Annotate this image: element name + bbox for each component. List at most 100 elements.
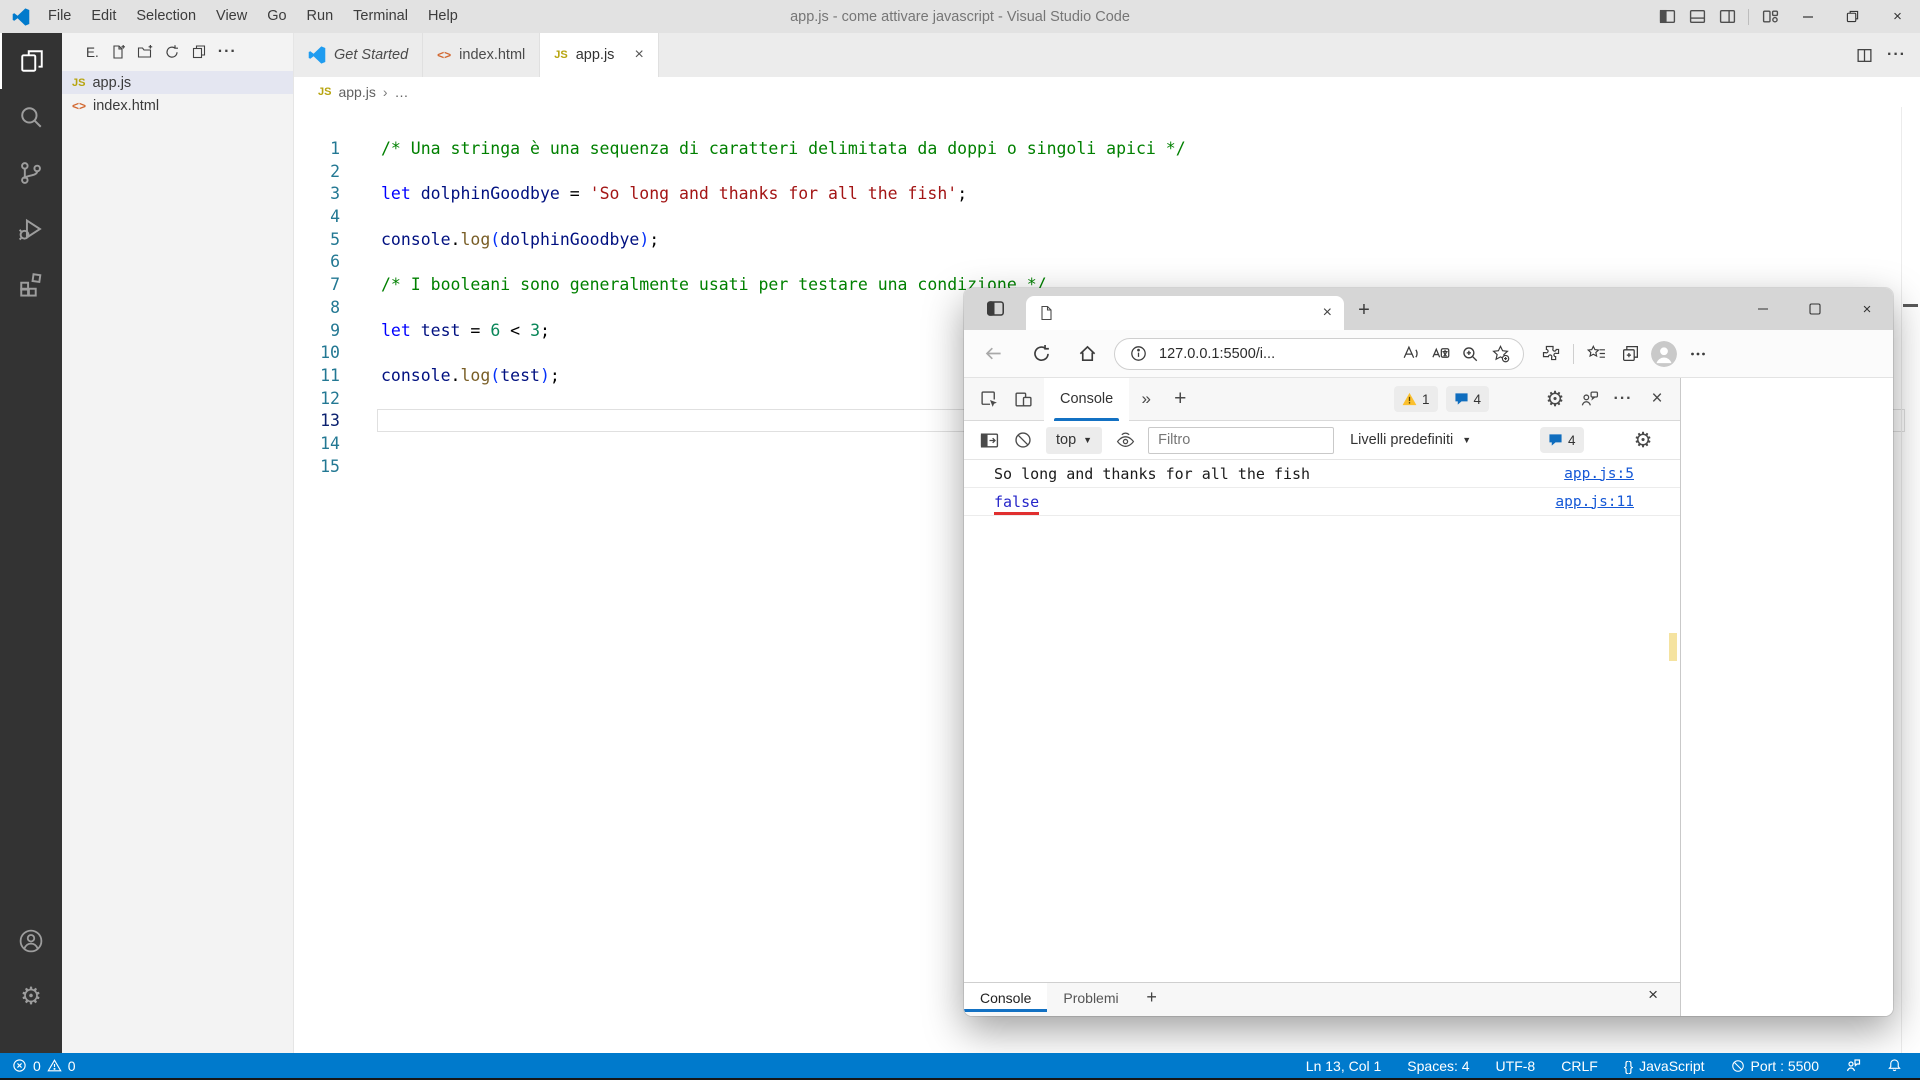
console-message-row[interactable]: falseapp.js:11 [964, 488, 1680, 516]
minimize-button[interactable] [1785, 0, 1830, 33]
customize-layout-icon[interactable] [1755, 0, 1785, 33]
tab-actions-menu-icon[interactable] [986, 299, 1005, 318]
browser-settings-more-icon[interactable] [1681, 337, 1715, 371]
edge-maximize-button[interactable] [1789, 288, 1841, 330]
eol-sequence[interactable]: CRLF [1553, 1058, 1606, 1074]
menu-view[interactable]: View [206, 0, 257, 33]
console-sidebar-toggle-icon[interactable] [972, 423, 1006, 457]
address-bar[interactable]: 127.0.0.1:5500/i... [1114, 338, 1524, 370]
activity-extensions-icon[interactable] [0, 257, 62, 313]
add-favorite-icon[interactable] [1485, 339, 1515, 369]
menu-selection[interactable]: Selection [126, 0, 206, 33]
devtools-more-icon[interactable]: ··· [1606, 382, 1640, 416]
browser-page-viewport[interactable] [1681, 378, 1893, 1016]
refresh-icon[interactable] [1024, 337, 1058, 371]
toggle-panel-icon[interactable] [1682, 0, 1712, 33]
breadcrumb-more[interactable]: … [395, 84, 409, 100]
breadcrumb-file[interactable]: app.js [338, 84, 375, 100]
menu-run[interactable]: Run [297, 0, 344, 33]
device-emulation-icon[interactable] [1006, 382, 1040, 416]
tab-index-html[interactable]: <> index.html [423, 33, 540, 77]
drawer-add-tab-icon[interactable]: + [1135, 983, 1169, 1012]
clear-console-icon[interactable] [1006, 423, 1040, 457]
toggle-sidebar-icon[interactable] [1652, 0, 1682, 33]
new-tab-icon[interactable]: + [1350, 296, 1378, 324]
code-line-5[interactable]: 5console.log(dolphinGoodbye); [294, 229, 1920, 252]
javascript-context-dropdown[interactable]: top▼ [1046, 427, 1102, 454]
live-expression-eye-icon[interactable] [1108, 423, 1142, 457]
devtools-close-icon[interactable]: × [1640, 382, 1674, 416]
drawer-close-icon[interactable]: × [1648, 985, 1658, 1005]
code-line-6[interactable]: 6 [294, 251, 1920, 274]
code-line-1[interactable]: 1/* Una stringa è una sequenza di caratt… [294, 138, 1920, 161]
close-tab-icon[interactable]: × [1323, 304, 1332, 322]
editor-scrollbar-handle[interactable] [1903, 304, 1918, 307]
zoom-icon[interactable] [1455, 339, 1485, 369]
messages-badge[interactable]: 4 [1446, 386, 1490, 412]
tab-app-js[interactable]: JS app.js × [540, 33, 659, 77]
activity-search-icon[interactable] [0, 89, 62, 145]
problems-status[interactable]: 0 0 [0, 1058, 76, 1074]
menu-go[interactable]: Go [257, 0, 296, 33]
code-line-2[interactable]: 2 [294, 161, 1920, 184]
menu-file[interactable]: File [38, 0, 81, 33]
explorer-more-actions-icon[interactable]: ··· [218, 43, 237, 61]
activity-source-control-icon[interactable] [0, 145, 62, 201]
menu-terminal[interactable]: Terminal [343, 0, 418, 33]
drawer-tab-console[interactable]: Console [964, 983, 1047, 1012]
editor-more-actions-icon[interactable]: ··· [1887, 46, 1906, 64]
inspect-element-icon[interactable] [972, 382, 1006, 416]
code-line-4[interactable]: 4 [294, 206, 1920, 229]
language-mode[interactable]: {} JavaScript [1616, 1058, 1713, 1074]
favorites-bar-icon[interactable] [1579, 337, 1613, 371]
new-file-icon[interactable] [110, 44, 126, 60]
source-location-link[interactable]: app.js:5 [1564, 466, 1634, 482]
more-tabs-icon[interactable]: » [1129, 382, 1163, 416]
refresh-explorer-icon[interactable] [164, 44, 180, 60]
close-tab-icon[interactable]: × [634, 46, 643, 64]
devtools-settings-gear-icon[interactable]: ⚙ [1538, 382, 1572, 416]
edge-active-tab[interactable]: × [1026, 296, 1344, 330]
code-line-3[interactable]: 3let dolphinGoodbye = 'So long and thank… [294, 183, 1920, 206]
encoding[interactable]: UTF-8 [1488, 1058, 1544, 1074]
indentation[interactable]: Spaces: 4 [1399, 1058, 1477, 1074]
menu-help[interactable]: Help [418, 0, 468, 33]
read-aloud-icon[interactable] [1395, 339, 1425, 369]
toggle-secondary-sidebar-icon[interactable] [1712, 0, 1742, 33]
collapse-folders-icon[interactable] [191, 44, 207, 60]
notifications-bell-icon[interactable] [1879, 1058, 1910, 1073]
home-icon[interactable] [1070, 337, 1104, 371]
console-settings-gear-icon[interactable]: ⚙ [1626, 423, 1660, 457]
source-location-link[interactable]: app.js:11 [1555, 494, 1634, 510]
back-icon[interactable] [976, 337, 1010, 371]
site-info-icon[interactable] [1123, 339, 1153, 369]
activity-explorer-icon[interactable] [0, 33, 62, 89]
feedback-icon[interactable] [1837, 1058, 1869, 1074]
editor-scrollbar-track[interactable] [1901, 107, 1902, 1053]
url-text[interactable]: 127.0.0.1:5500/i... [1159, 346, 1395, 362]
restore-button[interactable] [1830, 0, 1875, 33]
warnings-badge[interactable]: 1 [1394, 386, 1438, 412]
translate-icon[interactable] [1425, 339, 1455, 369]
tab-get-started[interactable]: Get Started [294, 33, 423, 77]
profile-avatar[interactable] [1647, 337, 1681, 371]
file-item-app-js[interactable]: JSapp.js [62, 71, 293, 94]
log-levels-dropdown[interactable]: Livelli predefiniti▼ [1350, 432, 1471, 448]
accounts-icon[interactable] [0, 913, 62, 969]
live-server-port[interactable]: Port : 5500 [1723, 1058, 1828, 1074]
split-editor-icon[interactable] [1856, 47, 1873, 64]
console-message-row[interactable]: So long and thanks for all the fishapp.j… [964, 460, 1680, 488]
devtools-tab-console[interactable]: Console [1044, 378, 1129, 421]
activity-run-debug-icon[interactable] [0, 201, 62, 257]
file-item-index-html[interactable]: <>index.html [62, 94, 293, 117]
edge-close-button[interactable]: × [1841, 288, 1893, 330]
collections-icon[interactable] [1613, 337, 1647, 371]
cursor-position[interactable]: Ln 13, Col 1 [1298, 1058, 1390, 1074]
breadcrumb[interactable]: JS app.js › … [318, 77, 409, 107]
menu-edit[interactable]: Edit [81, 0, 126, 33]
drawer-tab-problems[interactable]: Problemi [1047, 983, 1134, 1012]
console-filter-input[interactable] [1148, 427, 1334, 454]
messages-count-badge[interactable]: 4 [1540, 427, 1584, 453]
new-folder-icon[interactable] [137, 44, 153, 60]
close-window-button[interactable]: × [1875, 0, 1920, 33]
